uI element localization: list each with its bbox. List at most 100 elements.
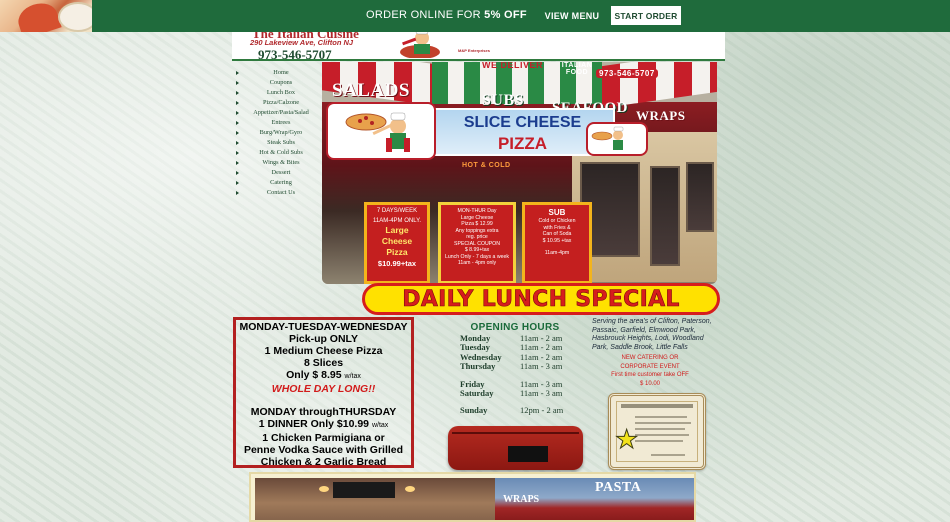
hours-day: Saturday — [460, 387, 494, 398]
view-menu-button[interactable]: VIEW MENU — [540, 7, 604, 25]
nav-bullet-icon — [236, 81, 239, 85]
nav-item-catering[interactable]: Catering — [234, 178, 322, 188]
award-certificate-image: ★ — [608, 393, 706, 470]
certificate-text-line — [635, 440, 683, 442]
awning-wraps-label: WRAPS — [636, 108, 686, 123]
nav-bullet-icon — [236, 181, 239, 185]
nav-item-appetizer-pasta-salad[interactable]: Appetizer/Pasta/Salad — [234, 108, 322, 118]
catering-offer: NEW CATERING OR CORPORATE EVENT First ti… — [596, 354, 704, 388]
promo-card-price: $10.99+tax — [377, 259, 417, 268]
storefront-photo-small: WRAPS PASTA — [495, 478, 694, 520]
nav-label: Dessert — [271, 169, 291, 176]
photo-overlay-tag — [333, 482, 395, 498]
certificate-text-line — [635, 428, 685, 430]
specials-line: 1 Medium Cheese Pizza — [264, 345, 383, 357]
chef-mascot-icon — [400, 32, 440, 58]
sign-phone-label: 973-546-5707 — [596, 69, 658, 78]
awning-salads-label: SALADS — [332, 80, 410, 101]
daily-lunch-special-banner[interactable]: DAILY LUNCH SPECIAL — [362, 283, 720, 315]
promo-discount: 5% OFF — [484, 9, 527, 21]
nav-item-lunch-box[interactable]: Lunch Box — [234, 88, 322, 98]
specials-highlight: WHOLE DAY LONG!! — [271, 383, 376, 395]
nav-bullet-icon — [236, 91, 239, 95]
ceiling-light — [405, 486, 415, 492]
specials-line: 1 Chicken Parmigiana or — [262, 432, 385, 444]
nav-label: Entrees — [271, 119, 291, 126]
certificate-heading — [621, 404, 693, 408]
nav-label: Catering — [270, 179, 292, 186]
main-navigation: Home Coupons Lunch Box Pizza/Calzone App… — [234, 68, 322, 198]
hours-row: Sunday 12pm - 2 am — [440, 405, 590, 416]
hours-row: Wednesday 11am - 2 am — [440, 352, 590, 362]
specials-price: Only $ 8.95 — [286, 369, 342, 381]
specials-line: 8 Slices — [303, 357, 344, 369]
pizza-slice-graphic — [14, 0, 62, 32]
promo-card-line: Cheese — [381, 236, 413, 246]
specials-line: Pick-up ONLY — [288, 333, 359, 345]
nav-item-home[interactable]: Home — [234, 68, 322, 78]
certificate-text-line — [635, 416, 687, 418]
store-door — [650, 166, 680, 266]
pizza-promo-thumbnail — [0, 0, 92, 32]
promo-text-prefix: ORDER ONLINE FOR — [366, 9, 485, 21]
nav-item-dessert[interactable]: Dessert — [234, 168, 322, 178]
promo-text: ORDER ONLINE FOR 5% OFF — [366, 9, 527, 21]
hours-time: 11am - 3 am — [520, 361, 563, 372]
nav-bullet-icon — [236, 141, 239, 145]
hours-time: 12pm - 2 am — [520, 405, 564, 416]
store-window — [686, 162, 714, 232]
hours-row: Thursday 11am - 3 am — [440, 361, 590, 372]
special-coupon-promo-card: MON-THUR Day Large Cheese Pizza $ 12.99 … — [438, 202, 516, 284]
chef-mascot-badge — [326, 102, 436, 160]
nav-item-entrees[interactable]: Entrees — [234, 118, 322, 128]
hot-cold-label: HOT & COLD — [462, 162, 511, 169]
opening-hours-title: OPENING HOURS — [470, 322, 560, 333]
nav-item-burg-wrap-gyro[interactable]: Burg/Wrap/Gyro — [234, 128, 322, 138]
nav-item-pizza-calzone[interactable]: Pizza/Calzone — [234, 98, 322, 108]
specials-line: Only $ 8.95 w/tax — [236, 369, 411, 383]
awning-wraps-label: WRAPS — [503, 494, 540, 505]
sub-combo-promo-card: SUB Cold or Chicken with Fries & Can of … — [522, 202, 592, 284]
start-order-button[interactable]: START ORDER — [611, 6, 681, 25]
ceiling-light — [319, 486, 329, 492]
catering-line: NEW CATERING OR — [621, 355, 679, 361]
promo-card-line: 11AM-4PM ONLY. — [372, 218, 422, 224]
nav-label: Hot & Cold Subs — [259, 149, 303, 156]
storefront-photo: SALADS WE DELIVER ITALIAN FOOD 973-546-5… — [322, 62, 717, 284]
opening-hours: OPENING HOURS Monday 11am - 2 am Tuesday 1… — [440, 322, 590, 415]
nav-label: Wings & Bites — [262, 159, 300, 166]
nav-item-contact-us[interactable]: Contact Us — [234, 188, 322, 198]
nav-bullet-icon — [236, 71, 239, 75]
specials-dinner-price: 1 DINNER Only $10.99 — [258, 418, 370, 430]
pizza-delivery-bag-image — [448, 426, 583, 470]
dining-room-photo — [255, 478, 495, 520]
nav-bullet-icon — [236, 111, 239, 115]
certificate-text-line — [635, 422, 691, 424]
restaurant-phone[interactable]: 973-546-5707 — [258, 47, 332, 59]
nav-item-hot-cold-subs[interactable]: Hot & Cold Subs — [234, 148, 322, 158]
plate-graphic — [58, 2, 92, 32]
certificate-text-line — [635, 434, 689, 436]
nav-label: Home — [273, 69, 289, 76]
nav-item-wings-bites[interactable]: Wings & Bites — [234, 158, 322, 168]
hours-row: Tuesday 11am - 2 am — [440, 342, 590, 352]
interior-photo-strip: WRAPS PASTA — [249, 472, 696, 522]
nav-item-coupons[interactable]: Coupons — [234, 78, 322, 88]
nav-bullet-icon — [236, 101, 239, 105]
large-cheese-pizza-promo-card: 7 DAYS/WEEK 11AM-4PM ONLY. Large Cheese … — [364, 202, 430, 284]
online-order-promo-bar: ORDER ONLINE FOR 5% OFF VIEW MENU START … — [0, 0, 950, 32]
daily-lunch-special-text: DAILY LUNCH SPECIAL — [402, 287, 680, 312]
nav-item-steak-subs[interactable]: Steak Subs — [234, 138, 322, 148]
promo-card-head: SUB — [548, 208, 566, 217]
specials-tax-note: w/tax — [344, 373, 361, 380]
weekday-specials-box: MONDAY-TUESDAY-WEDNESDAY Pick-up ONLY 1 … — [233, 317, 414, 468]
promo-card-line: Large — [385, 225, 409, 235]
nav-label: Contact Us — [266, 189, 296, 196]
promo-card-line: 7 DAYS/WEEK — [376, 208, 418, 214]
hours-day: Thursday — [460, 361, 496, 372]
hours-day: Sunday — [460, 405, 488, 416]
bag-zipper — [452, 432, 579, 434]
catering-line: First time customer take OFF — [611, 372, 689, 378]
promo-card-line: Pizza — [386, 247, 408, 257]
bag-label — [508, 446, 548, 462]
